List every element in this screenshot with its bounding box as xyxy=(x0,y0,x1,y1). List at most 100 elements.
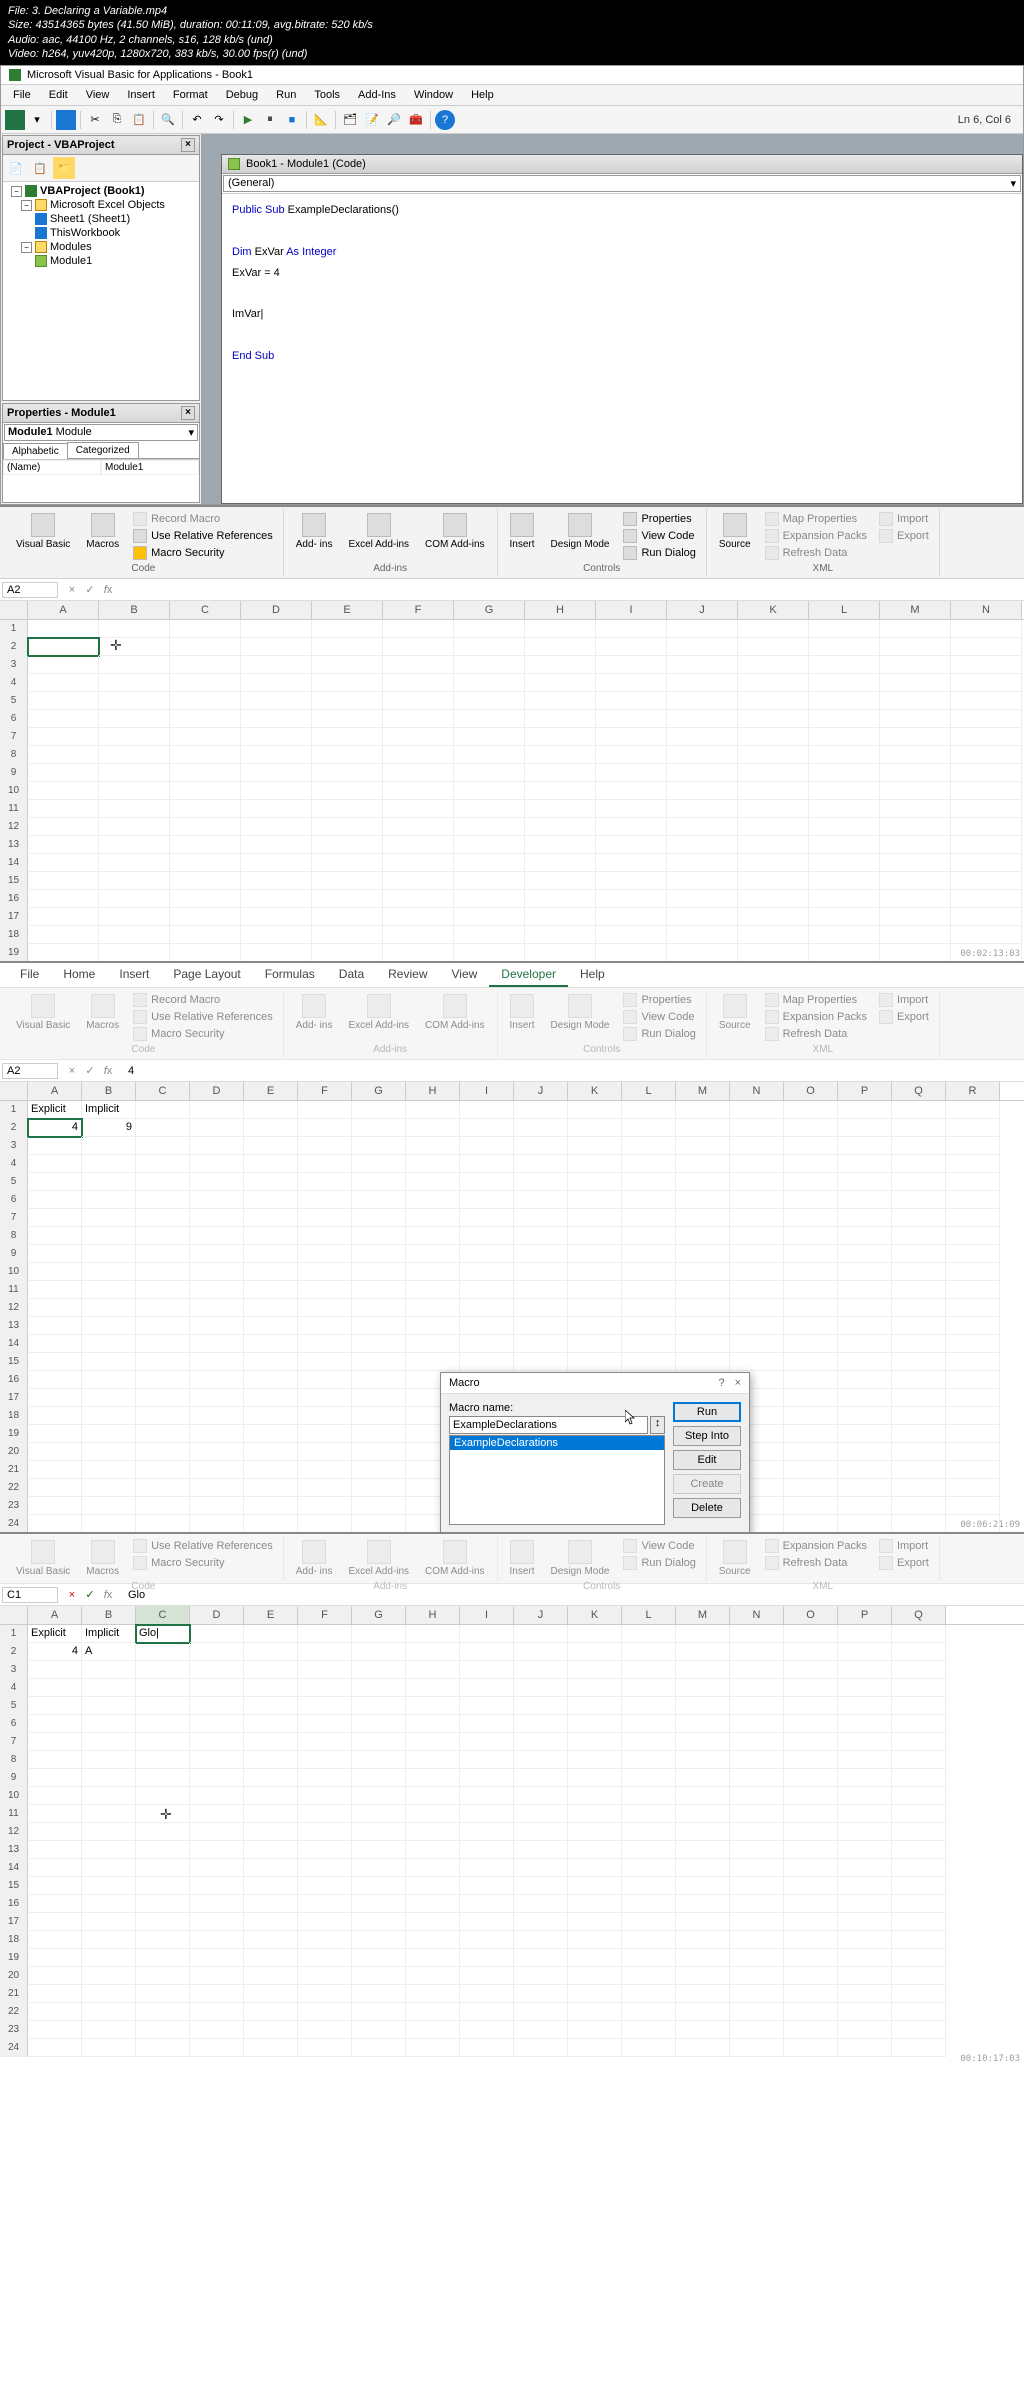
cell[interactable] xyxy=(784,1625,838,1643)
cell[interactable] xyxy=(838,1209,892,1227)
cell[interactable] xyxy=(406,1317,460,1335)
cell[interactable] xyxy=(244,1697,298,1715)
macro-list-item[interactable]: ExampleDeclarations xyxy=(450,1436,664,1450)
cell[interactable] xyxy=(244,1101,298,1119)
cell[interactable] xyxy=(460,1299,514,1317)
cell[interactable] xyxy=(352,1751,406,1769)
cell[interactable] xyxy=(568,1101,622,1119)
cell[interactable] xyxy=(190,1461,244,1479)
cell[interactable] xyxy=(82,1913,136,1931)
cell[interactable] xyxy=(460,1787,514,1805)
cell[interactable] xyxy=(244,1949,298,1967)
cell[interactable] xyxy=(951,872,1022,890)
row-header[interactable]: 19 xyxy=(0,1949,28,1967)
cell[interactable] xyxy=(838,1497,892,1515)
tree-vbaproject[interactable]: − VBAProject (Book1) xyxy=(7,184,195,198)
cell[interactable] xyxy=(454,926,525,944)
cell[interactable] xyxy=(460,1823,514,1841)
cell[interactable] xyxy=(406,1353,460,1371)
cell[interactable] xyxy=(730,2003,784,2021)
cell[interactable] xyxy=(946,1263,1000,1281)
cell[interactable] xyxy=(568,1263,622,1281)
cell[interactable] xyxy=(383,926,454,944)
cell[interactable]: Implicit xyxy=(82,1625,136,1643)
cell[interactable] xyxy=(730,1353,784,1371)
cell[interactable] xyxy=(738,836,809,854)
import-button[interactable]: Import xyxy=(875,511,933,527)
cell[interactable] xyxy=(244,1913,298,1931)
cell[interactable] xyxy=(809,926,880,944)
cell[interactable] xyxy=(170,818,241,836)
cell[interactable] xyxy=(298,1209,352,1227)
cell[interactable] xyxy=(244,1787,298,1805)
cell[interactable] xyxy=(676,2039,730,2057)
view-object-icon[interactable]: 📋 xyxy=(29,157,51,179)
cell[interactable] xyxy=(784,1931,838,1949)
cell[interactable] xyxy=(568,1209,622,1227)
cell[interactable] xyxy=(784,1787,838,1805)
cell[interactable] xyxy=(190,1985,244,2003)
col-header[interactable]: F xyxy=(383,601,454,619)
cell[interactable] xyxy=(738,620,809,638)
cell[interactable] xyxy=(460,1679,514,1697)
cell[interactable] xyxy=(352,1119,406,1137)
cell[interactable] xyxy=(892,1461,946,1479)
col-header[interactable]: A xyxy=(28,601,99,619)
cell[interactable] xyxy=(667,638,738,656)
fx-icon[interactable]: fx xyxy=(100,582,116,598)
cell[interactable] xyxy=(838,1317,892,1335)
cell[interactable] xyxy=(244,1137,298,1155)
cell[interactable] xyxy=(596,944,667,961)
cell[interactable] xyxy=(383,728,454,746)
cell[interactable] xyxy=(352,1787,406,1805)
cell[interactable] xyxy=(99,674,170,692)
cell[interactable] xyxy=(838,1787,892,1805)
cell[interactable] xyxy=(622,1101,676,1119)
cell[interactable] xyxy=(406,1263,460,1281)
cell[interactable] xyxy=(838,1371,892,1389)
cell[interactable] xyxy=(82,1155,136,1173)
cell[interactable] xyxy=(190,1353,244,1371)
row-header[interactable]: 12 xyxy=(0,1299,28,1317)
cell[interactable] xyxy=(596,692,667,710)
row-header[interactable]: 20 xyxy=(0,1967,28,1985)
row-header[interactable]: 1 xyxy=(0,620,28,638)
cell[interactable] xyxy=(298,2039,352,2057)
cell[interactable] xyxy=(596,908,667,926)
tb-break-icon[interactable]: ⏸ xyxy=(260,110,280,130)
cell[interactable] xyxy=(28,1769,82,1787)
cell[interactable]: 9 xyxy=(82,1119,136,1137)
cell[interactable] xyxy=(946,1461,1000,1479)
collapse-icon[interactable]: − xyxy=(11,186,22,197)
cell[interactable] xyxy=(946,1227,1000,1245)
cell[interactable] xyxy=(738,926,809,944)
cell[interactable] xyxy=(676,1191,730,1209)
cell[interactable] xyxy=(667,944,738,961)
cell[interactable] xyxy=(730,1119,784,1137)
cell[interactable] xyxy=(951,710,1022,728)
cell[interactable] xyxy=(838,1697,892,1715)
cell[interactable] xyxy=(892,2003,946,2021)
cell[interactable] xyxy=(82,1209,136,1227)
row-header[interactable]: 2 xyxy=(0,638,28,656)
cell[interactable] xyxy=(784,1751,838,1769)
cell[interactable] xyxy=(241,800,312,818)
cell[interactable] xyxy=(241,746,312,764)
cell[interactable] xyxy=(312,908,383,926)
cell[interactable] xyxy=(244,1353,298,1371)
cell[interactable] xyxy=(454,746,525,764)
cell[interactable] xyxy=(838,1299,892,1317)
cell[interactable] xyxy=(622,1877,676,1895)
formula-bar[interactable]: Glo xyxy=(122,1588,1022,1602)
cell[interactable] xyxy=(28,620,99,638)
cell[interactable] xyxy=(622,2003,676,2021)
cell[interactable] xyxy=(514,1173,568,1191)
cell[interactable] xyxy=(622,2021,676,2039)
cell[interactable] xyxy=(28,782,99,800)
row-header[interactable]: 19 xyxy=(0,944,28,961)
cell[interactable] xyxy=(136,1751,190,1769)
cell[interactable] xyxy=(298,1155,352,1173)
cell[interactable] xyxy=(892,1479,946,1497)
cell[interactable] xyxy=(667,656,738,674)
cell[interactable] xyxy=(454,728,525,746)
